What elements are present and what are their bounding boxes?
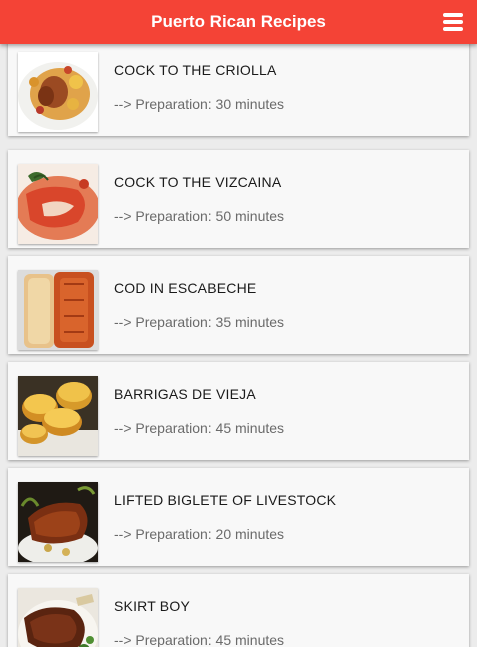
recipe-card[interactable]: SKIRT BOY --> Preparation: 45 minutes xyxy=(8,574,469,647)
recipe-title: COCK TO THE VIZCAINA xyxy=(114,174,282,190)
recipe-title: BARRIGAS DE VIEJA xyxy=(114,386,256,402)
app-bar: Puerto Rican Recipes xyxy=(0,0,477,44)
recipe-thumbnail xyxy=(18,164,98,244)
recipe-prep-time: --> Preparation: 45 minutes xyxy=(114,420,285,436)
recipe-prep-time: --> Preparation: 50 minutes xyxy=(114,208,285,224)
recipe-thumbnail xyxy=(18,482,98,562)
app-title: Puerto Rican Recipes xyxy=(151,12,326,31)
app-screen: Puerto Rican Recipes COCK TO THE CRIOLLA… xyxy=(0,0,477,647)
recipe-prep-time: --> Preparation: 35 minutes xyxy=(114,314,285,330)
recipe-title: COCK TO THE CRIOLLA xyxy=(114,62,277,78)
recipe-card[interactable]: LIFTED BIGLETE OF LIVESTOCK --> Preparat… xyxy=(8,468,469,566)
recipe-prep-time: --> Preparation: 30 minutes xyxy=(114,96,285,112)
recipe-prep-time: --> Preparation: 45 minutes xyxy=(114,632,285,647)
recipe-prep-time: --> Preparation: 20 minutes xyxy=(114,526,285,542)
recipe-title: COD IN ESCABECHE xyxy=(114,280,257,296)
recipe-card[interactable]: COCK TO THE CRIOLLA --> Preparation: 30 … xyxy=(8,38,469,136)
hamburger-menu-icon[interactable] xyxy=(443,13,463,31)
recipe-thumbnail xyxy=(18,270,98,350)
recipe-thumbnail xyxy=(18,52,98,132)
recipe-thumbnail xyxy=(18,376,98,456)
recipe-card[interactable]: COD IN ESCABECHE --> Preparation: 35 min… xyxy=(8,256,469,354)
recipe-card[interactable]: BARRIGAS DE VIEJA --> Preparation: 45 mi… xyxy=(8,362,469,460)
recipe-title: LIFTED BIGLETE OF LIVESTOCK xyxy=(114,492,337,508)
recipe-title: SKIRT BOY xyxy=(114,598,190,614)
recipe-thumbnail xyxy=(18,588,98,647)
recipe-card[interactable]: COCK TO THE VIZCAINA --> Preparation: 50… xyxy=(8,150,469,248)
